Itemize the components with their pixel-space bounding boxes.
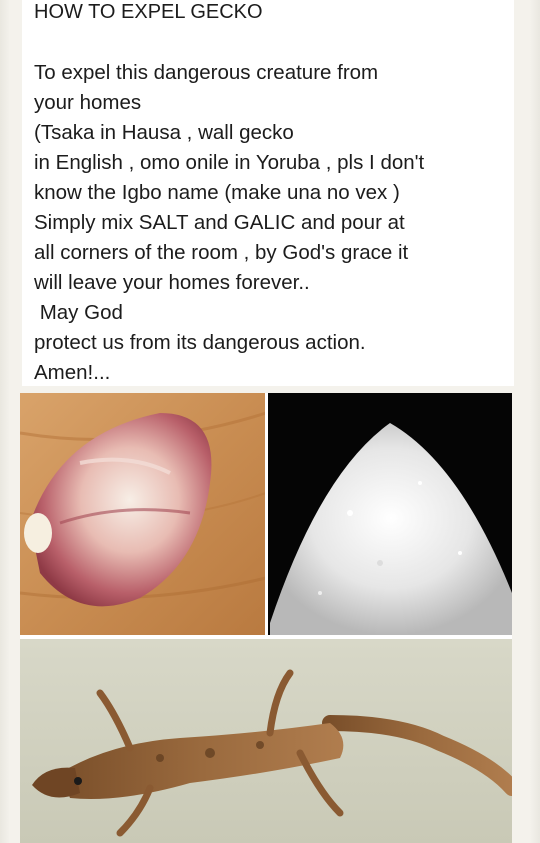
screenshot-page: HOW TO EXPEL GECKO To expel this dangero… [0, 0, 540, 843]
post-line: all corners of the room , by God's grace… [34, 241, 409, 264]
post-line: May God [34, 301, 123, 324]
salt-photo [267, 393, 512, 635]
post-line: will leave your homes forever.. [34, 271, 310, 294]
post-line: (Tsaka in Hausa , wall gecko [34, 121, 294, 144]
post-line: know the Igbo name (make una no vex ) [34, 181, 400, 204]
post-line: Simply mix SALT and GALIC and pour at [34, 211, 405, 234]
garlic-photo [20, 393, 267, 635]
post-line: protect us from its dangerous action. [34, 331, 366, 354]
photo-collage [20, 393, 512, 843]
post-line: Amen!... [34, 361, 111, 384]
gecko-photo [20, 639, 512, 843]
post-body: To expel this dangerous creature from yo… [34, 58, 509, 388]
post-line: your homes [34, 91, 142, 114]
post-card: HOW TO EXPEL GECKO To expel this dangero… [22, 0, 514, 386]
post-title: HOW TO EXPEL GECKO [34, 1, 263, 23]
post-line: in English , omo onile in Yoruba , pls I… [34, 151, 425, 174]
post-line: To expel this dangerous creature from [34, 61, 379, 84]
